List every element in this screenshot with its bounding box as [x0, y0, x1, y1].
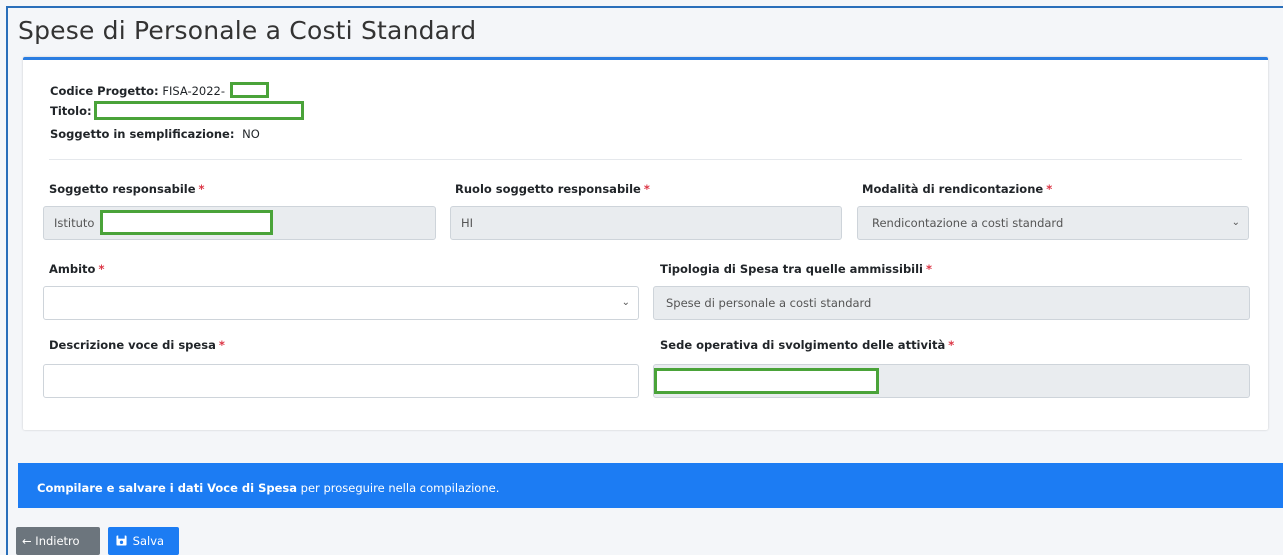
tipologia-label: Tipologia di Spesa tra quelle ammissibil…	[660, 262, 933, 276]
modalita-select[interactable]: Rendicontazione a costi standard ⌄	[857, 206, 1249, 240]
ruolo-value: HI	[461, 216, 474, 230]
descrizione-label: Descrizione voce di spesa *	[49, 338, 225, 352]
back-button[interactable]: ← Indietro	[16, 527, 100, 555]
project-title-label: Titolo:	[50, 104, 92, 118]
ruolo-field[interactable]: HI	[450, 206, 842, 240]
descrizione-input[interactable]	[43, 364, 639, 398]
project-code: Codice Progetto: FISA-2022-	[50, 84, 225, 98]
back-button-label: Indietro	[35, 534, 80, 548]
project-code-value: FISA-2022-	[162, 84, 226, 98]
modalita-value: Rendicontazione a costi standard	[872, 216, 1064, 230]
simplification-value: NO	[242, 127, 260, 141]
save-button-label: Salva	[132, 534, 165, 548]
required-mark: *	[948, 338, 955, 352]
tipologia-value: Spese di personale a costi standard	[666, 296, 872, 310]
redaction-box	[100, 210, 273, 235]
banner-bold: Compilare e salvare i dati Voce di Spesa	[37, 481, 298, 495]
info-banner: Compilare e salvare i dati Voce di Spesa…	[18, 463, 1283, 508]
required-mark: *	[643, 182, 650, 196]
arrow-left-icon: ←	[22, 534, 32, 548]
floppy-disk-icon	[116, 535, 127, 546]
soggetto-value: Istituto	[54, 216, 95, 230]
required-mark: *	[1046, 182, 1053, 196]
project-title: Titolo:	[50, 104, 92, 118]
chevron-down-icon: ⌄	[1231, 217, 1240, 228]
divider	[49, 159, 1242, 160]
sede-label: Sede operativa di svolgimento delle atti…	[660, 338, 955, 352]
project-card: Codice Progetto: FISA-2022- Titolo: Sogg…	[23, 57, 1268, 430]
banner-text: per proseguire nella compilazione.	[297, 481, 500, 495]
ambito-select[interactable]: ⌄	[43, 286, 639, 320]
required-mark: *	[218, 338, 225, 352]
modalita-label: Modalità di rendicontazione *	[862, 182, 1053, 196]
project-code-label: Codice Progetto:	[50, 84, 159, 98]
save-button[interactable]: Salva	[108, 527, 179, 555]
soggetto-label: Soggetto responsabile *	[49, 182, 205, 196]
required-mark: *	[198, 182, 205, 196]
chevron-down-icon: ⌄	[621, 297, 630, 308]
simplification: Soggetto in semplificazione: NO	[50, 127, 260, 141]
ruolo-label: Ruolo soggetto responsabile *	[455, 182, 650, 196]
page-title: Spese di Personale a Costi Standard	[18, 16, 477, 45]
simplification-label: Soggetto in semplificazione:	[50, 127, 235, 141]
redaction-box	[654, 368, 879, 394]
required-mark: *	[926, 262, 933, 276]
required-mark: *	[98, 262, 105, 276]
ambito-label: Ambito *	[49, 262, 105, 276]
redaction-box	[230, 82, 269, 98]
redaction-box	[94, 101, 304, 120]
tipologia-field[interactable]: Spese di personale a costi standard	[653, 286, 1250, 320]
